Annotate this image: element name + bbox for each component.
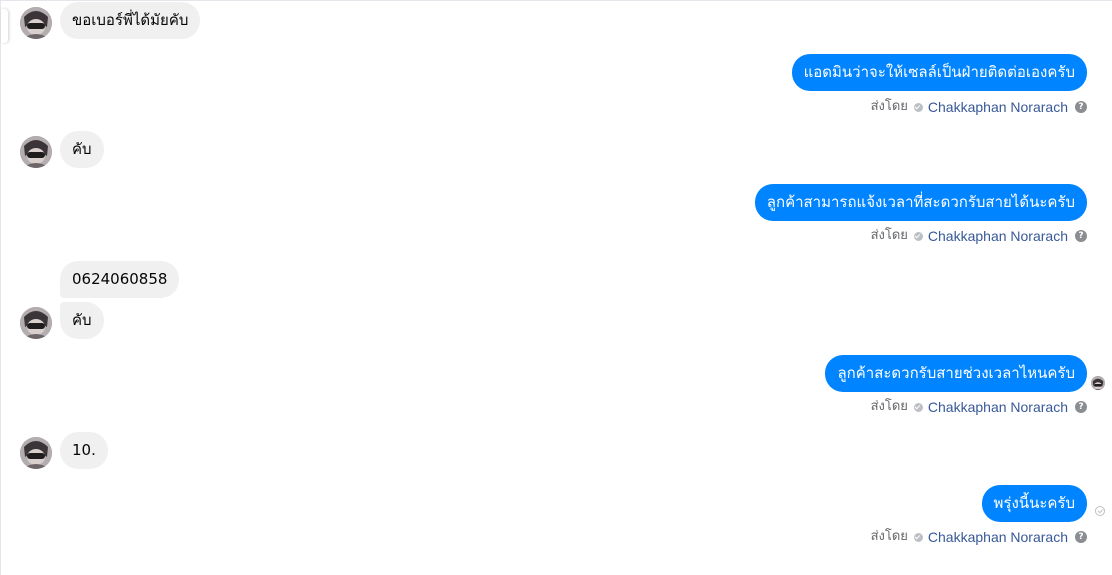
question-circle-icon[interactable]: ? (1075, 531, 1087, 543)
outgoing-message[interactable]: พรุ่งนี้นะครับ (981, 485, 1087, 522)
incoming-message[interactable]: 0624060858 (60, 261, 180, 298)
incoming-message[interactable]: คับ (60, 131, 104, 168)
seen-avatar-icon (1091, 376, 1105, 390)
contact-avatar[interactable] (20, 307, 52, 339)
sender-name-link[interactable]: Chakkaphan Norarach (928, 398, 1068, 416)
sent-by-line: ส่งโดย Chakkaphan Norarach ? (871, 98, 1087, 116)
contact-avatar[interactable] (20, 7, 52, 39)
sent-by-line: ส่งโดย Chakkaphan Norarach ? (871, 227, 1087, 245)
incoming-message[interactable]: คับ (60, 302, 104, 339)
sender-name-link[interactable]: Chakkaphan Norarach (928, 227, 1068, 245)
sent-by-label: ส่งโดย (870, 99, 908, 114)
outgoing-message[interactable]: แอดมินว่าจะให้เซลล์เป็นฝ่ายติดต่อเองครับ (791, 54, 1087, 91)
check-circle-icon (913, 231, 923, 241)
panel-tab[interactable] (1, 9, 8, 43)
incoming-message[interactable]: ขอเบอร์พี่ได้มัยคับ (60, 2, 201, 39)
question-circle-icon[interactable]: ? (1075, 401, 1087, 413)
outgoing-message[interactable]: ลูกค้าสามารถแจ้งเวลาที่สะดวกรับสายได้นะค… (754, 184, 1087, 221)
sent-status-icon (1095, 506, 1105, 516)
check-circle-icon (913, 102, 923, 112)
chat-thread: ขอเบอร์พี่ได้มัยคับ แอดมินว่าจะให้เซลล์เ… (0, 0, 1112, 575)
sent-by-label: ส่งโดย (870, 399, 908, 414)
sender-name-link[interactable]: Chakkaphan Norarach (928, 98, 1068, 116)
sent-by-line: ส่งโดย Chakkaphan Norarach ? (871, 528, 1087, 546)
sender-name-link[interactable]: Chakkaphan Norarach (928, 528, 1068, 546)
question-circle-icon[interactable]: ? (1075, 230, 1087, 242)
sent-by-label: ส่งโดย (870, 529, 908, 544)
sent-by-label: ส่งโดย (870, 228, 908, 243)
question-circle-icon[interactable]: ? (1075, 101, 1087, 113)
check-circle-icon (913, 402, 923, 412)
incoming-message[interactable]: 10. (60, 432, 108, 469)
outgoing-message[interactable]: ลูกค้าสะดวกรับสายช่วงเวลาไหนครับ (825, 355, 1087, 392)
contact-avatar[interactable] (20, 136, 52, 168)
contact-avatar[interactable] (20, 437, 52, 469)
check-circle-icon (913, 532, 923, 542)
sent-by-line: ส่งโดย Chakkaphan Norarach ? (871, 398, 1087, 416)
